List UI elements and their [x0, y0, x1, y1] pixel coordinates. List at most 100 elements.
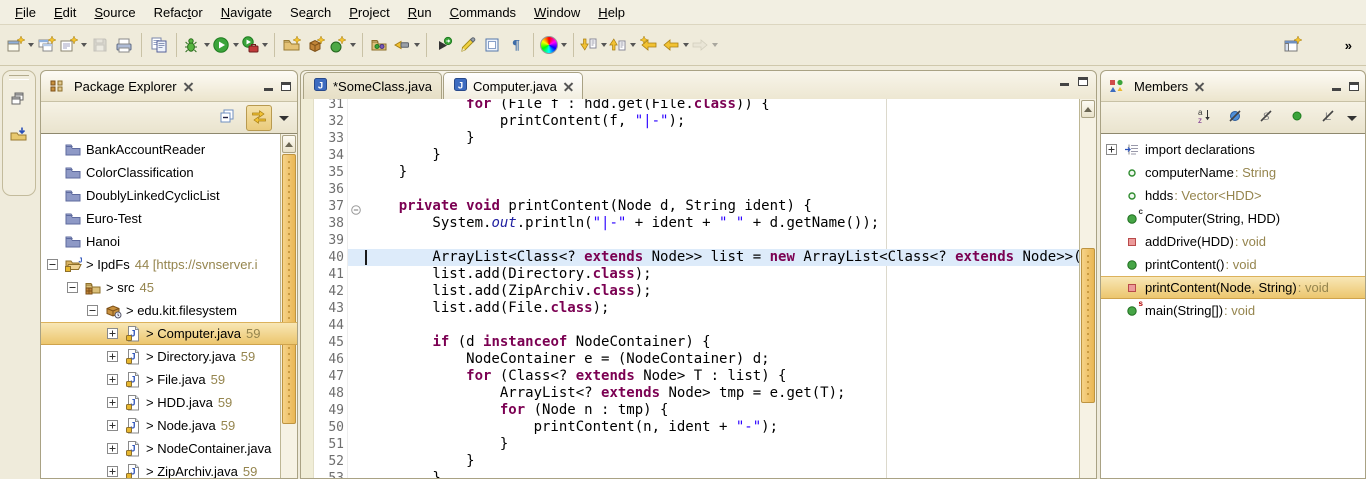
- hide-static-button[interactable]: S: [1254, 106, 1278, 130]
- maximize-icon[interactable]: [1349, 82, 1359, 91]
- run-button[interactable]: [211, 32, 240, 58]
- minimize-icon[interactable]: [264, 88, 273, 91]
- dropdown-arrow-icon[interactable]: [204, 43, 210, 47]
- expander-plus-icon[interactable]: [106, 327, 119, 340]
- new-java-project-button[interactable]: [280, 32, 304, 58]
- tree-item-hanoi[interactable]: Hanoi: [41, 230, 297, 253]
- tree-item-file.java[interactable]: J> File.java59: [41, 368, 297, 391]
- dropdown-arrow-icon[interactable]: [601, 43, 607, 47]
- tree-item-euro-test[interactable]: Euro-Test: [41, 207, 297, 230]
- view-menu-icon[interactable]: [1347, 116, 1357, 121]
- back-button[interactable]: [661, 32, 690, 58]
- member-item-computername[interactable]: computerName : String: [1101, 161, 1365, 184]
- hide-nonpublic-button[interactable]: [1285, 106, 1309, 130]
- restore-views-button[interactable]: [6, 88, 32, 114]
- hide-local-types-button[interactable]: L: [1316, 106, 1340, 130]
- highlight-button[interactable]: [456, 32, 480, 58]
- code-line-46[interactable]: NodeContainer e = (NodeContainer) d;: [365, 351, 1079, 368]
- code-line-33[interactable]: }: [365, 130, 1079, 147]
- link-with-editor-button[interactable]: [246, 105, 272, 131]
- editor-scrollbar[interactable]: [1079, 99, 1096, 478]
- close-icon[interactable]: [564, 82, 573, 91]
- last-edit-location-button[interactable]: [637, 32, 661, 58]
- dropdown-arrow-icon[interactable]: [630, 43, 636, 47]
- member-item-printcontentnodestring[interactable]: printContent(Node, String) : void: [1101, 276, 1365, 299]
- menu-project[interactable]: Project: [340, 3, 398, 22]
- tree-item-directory.java[interactable]: J> Directory.java59: [41, 345, 297, 368]
- code-line-44[interactable]: [365, 317, 1079, 334]
- code-line-37[interactable]: private void printContent(Node d, String…: [365, 198, 1079, 215]
- tree-item-ipdfs[interactable]: J> IpdFs44 [https://svnserver.i: [41, 253, 297, 276]
- open-fastview-button[interactable]: [6, 124, 32, 150]
- editor-tab-someclass.java[interactable]: J*SomeClass.java: [303, 72, 442, 99]
- minimize-icon[interactable]: [1060, 83, 1069, 86]
- tree-item-doublylinkedcycliclist[interactable]: DoublyLinkedCyclicList: [41, 184, 297, 207]
- debug-button[interactable]: [182, 32, 211, 58]
- collapse-all-button[interactable]: [215, 106, 239, 130]
- tree-item-bankaccountreader[interactable]: BankAccountReader: [41, 138, 297, 161]
- code-line-48[interactable]: ArrayList<? extends Node> tmp = e.get(T)…: [365, 385, 1079, 402]
- tree-item-node.java[interactable]: J> Node.java59: [41, 414, 297, 437]
- member-item-mainstring[interactable]: smain(String[]) : void: [1101, 299, 1365, 322]
- new-package-button[interactable]: [304, 32, 328, 58]
- code-line-50[interactable]: printContent(n, ident + "-");: [365, 419, 1079, 436]
- sort-button[interactable]: az: [1192, 106, 1216, 130]
- code-line-47[interactable]: for (Class<? extends Node> T : list) {: [365, 368, 1079, 385]
- scroll-up-icon[interactable]: [1081, 100, 1095, 118]
- expander-minus-icon[interactable]: [46, 258, 59, 271]
- hide-fields-button[interactable]: [1223, 106, 1247, 130]
- menu-edit[interactable]: Edit: [45, 3, 85, 22]
- tree-item-colorclassification[interactable]: ColorClassification: [41, 161, 297, 184]
- tree-item-hdd.java[interactable]: J> HDD.java59: [41, 391, 297, 414]
- code-line-51[interactable]: }: [365, 436, 1079, 453]
- view-menu-icon[interactable]: [279, 116, 289, 121]
- member-item-printcontent[interactable]: printContent() : void: [1101, 253, 1365, 276]
- search-button[interactable]: [392, 32, 421, 58]
- print-button[interactable]: [112, 32, 136, 58]
- scrollbar-thumb[interactable]: [1081, 248, 1095, 403]
- member-item-adddrivehdd[interactable]: addDrive(HDD) : void: [1101, 230, 1365, 253]
- drag-handle[interactable]: [9, 75, 29, 80]
- dropdown-arrow-icon[interactable]: [350, 43, 356, 47]
- open-type-button[interactable]: [368, 32, 392, 58]
- code-editor[interactable]: for (File f : hdd.get(File.class)) { pri…: [363, 99, 1079, 478]
- code-line-35[interactable]: }: [365, 164, 1079, 181]
- run-last-launch-button[interactable]: [432, 32, 456, 58]
- tree-item-edu.kit.filesystem[interactable]: > edu.kit.filesystem: [41, 299, 297, 322]
- expander-plus-icon[interactable]: [106, 419, 119, 432]
- menu-commands[interactable]: Commands: [441, 3, 525, 22]
- dropdown-arrow-icon[interactable]: [683, 43, 689, 47]
- maximize-icon[interactable]: [1078, 77, 1088, 86]
- code-line-53[interactable]: }: [365, 470, 1079, 478]
- member-item-importdeclarations[interactable]: import declarations: [1101, 138, 1365, 161]
- dropdown-arrow-icon[interactable]: [414, 43, 420, 47]
- new-form-button[interactable]: [59, 32, 88, 58]
- menu-search[interactable]: Search: [281, 3, 340, 22]
- editor-tab-computer.java[interactable]: JComputer.java: [443, 72, 583, 99]
- external-tools-button[interactable]: [240, 32, 269, 58]
- new-window-button[interactable]: [35, 32, 59, 58]
- next-annotation-button[interactable]: [579, 32, 608, 58]
- minimize-icon[interactable]: [1332, 88, 1341, 91]
- code-line-43[interactable]: list.add(File.class);: [365, 300, 1079, 317]
- menu-refactor[interactable]: Refactor: [145, 3, 212, 22]
- menu-file[interactable]: File: [6, 3, 45, 22]
- show-whitespace-button[interactable]: ¶: [504, 32, 528, 58]
- code-line-34[interactable]: }: [365, 147, 1079, 164]
- fold-collapse-icon[interactable]: [351, 202, 361, 212]
- open-perspective-button[interactable]: [1281, 32, 1305, 58]
- close-icon[interactable]: [1195, 82, 1204, 91]
- code-line-42[interactable]: list.add(ZipArchiv.class);: [365, 283, 1079, 300]
- dropdown-arrow-icon[interactable]: [233, 43, 239, 47]
- new-wizard-button[interactable]: [6, 32, 35, 58]
- code-line-49[interactable]: for (Node n : tmp) {: [365, 402, 1079, 419]
- expander-plus-icon[interactable]: [106, 396, 119, 409]
- member-item-hdds[interactable]: hdds : Vector<HDD>: [1101, 184, 1365, 207]
- color-wheel-button[interactable]: [539, 32, 568, 58]
- dropdown-arrow-icon[interactable]: [561, 43, 567, 47]
- code-line-40[interactable]: ArrayList<Class<? extends Node>> list = …: [365, 249, 1079, 266]
- expander-plus-icon[interactable]: [106, 373, 119, 386]
- toolbar-overflow-chevron[interactable]: »: [1345, 38, 1350, 53]
- dropdown-arrow-icon[interactable]: [28, 43, 34, 47]
- build-button[interactable]: [147, 32, 171, 58]
